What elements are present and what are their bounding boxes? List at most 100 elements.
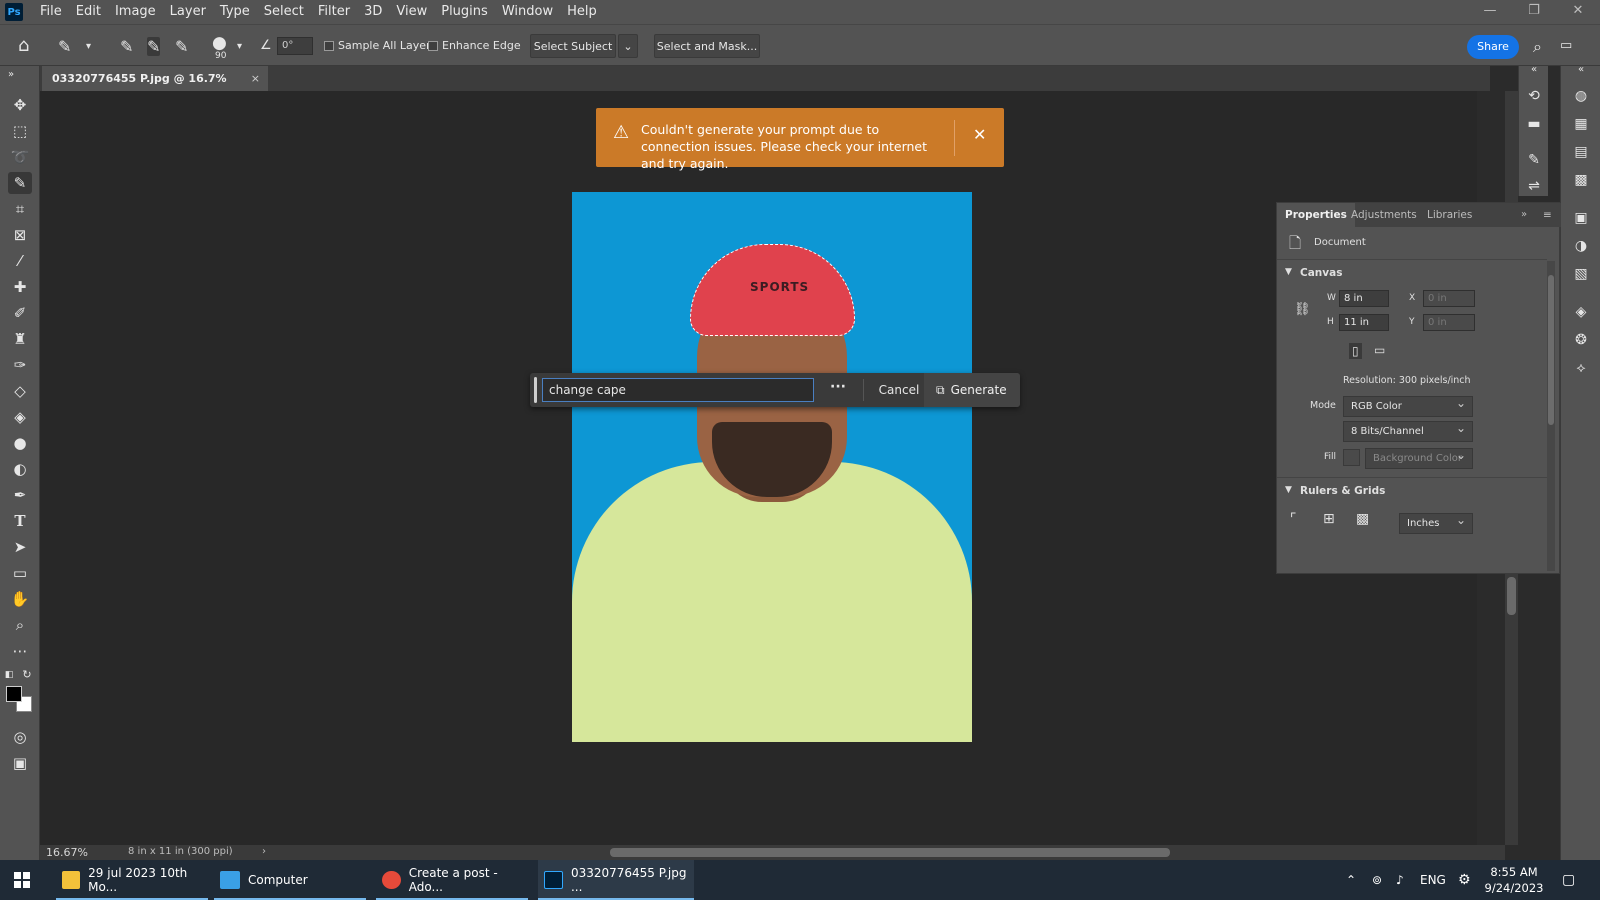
close-icon[interactable]: ✕	[1556, 0, 1600, 24]
taskbar-item-folder[interactable]: 29 jul 2023 10th Mo...	[56, 860, 208, 900]
comments-panel-icon[interactable]: ▬	[1523, 116, 1545, 132]
quick-selection-preset-icon[interactable]: ✎	[58, 37, 71, 56]
layers-panel-icon[interactable]: ◈	[1570, 304, 1592, 320]
collapse-panels-icon[interactable]: «	[1570, 64, 1592, 75]
channels-panel-icon[interactable]: ❂	[1570, 332, 1592, 348]
more-tools-icon[interactable]: ⋯	[8, 640, 32, 662]
quick-selection-tool-icon[interactable]: ✎	[8, 172, 32, 194]
bit-depth-dropdown[interactable]: 8 Bits/Channel	[1343, 419, 1473, 442]
notifications-icon[interactable]: ▢	[1562, 860, 1575, 900]
volume-icon[interactable]: ♪	[1396, 860, 1404, 900]
angle-input[interactable]: 0°	[277, 37, 313, 55]
taskbar-item-photoshop[interactable]: 03320776455 P.jpg ...	[538, 860, 694, 900]
taskbar-item-computer[interactable]: Computer	[214, 860, 366, 900]
taskbar-item-chrome[interactable]: Create a post - Ado...	[376, 860, 528, 900]
windows-start-icon[interactable]	[14, 872, 30, 888]
menu-filter[interactable]: Filter	[311, 0, 357, 24]
dodge-tool-icon[interactable]: ◐	[8, 458, 32, 480]
blur-tool-icon[interactable]: ●	[8, 432, 32, 454]
status-arrow-icon[interactable]: ›	[262, 846, 266, 857]
hand-tool-icon[interactable]: ✋	[8, 588, 32, 610]
y-input[interactable]: 0 in	[1423, 314, 1475, 331]
settings-icon[interactable]: ⚙	[1458, 860, 1471, 900]
quick-mask-icon[interactable]: ◎	[8, 726, 32, 748]
generate-button[interactable]: ⧉ Generate	[924, 373, 1020, 407]
properties-panel-icon[interactable]: ▣	[1570, 210, 1592, 226]
sample-all-layers-checkbox[interactable]: Sample All Layers	[324, 39, 436, 52]
properties-scroll-thumb[interactable]	[1548, 275, 1554, 425]
pen-tool-icon[interactable]: ✒	[8, 484, 32, 506]
prompt-input[interactable]	[542, 378, 814, 402]
share-button[interactable]: Share	[1467, 35, 1519, 59]
height-input[interactable]: 11 in	[1339, 314, 1389, 331]
type-tool-icon[interactable]: T	[8, 510, 32, 532]
horizontal-scrollbar[interactable]	[283, 845, 1505, 860]
adjustments-panel-icon[interactable]: ◑	[1570, 238, 1592, 254]
checkbox-box[interactable]	[324, 40, 334, 51]
swap-colors-icon[interactable]: ↻	[20, 664, 34, 686]
menu-view[interactable]: View	[389, 0, 434, 24]
menu-image[interactable]: Image	[108, 0, 163, 24]
chevron-down-icon[interactable]: ▾	[86, 41, 91, 52]
new-selection-icon[interactable]: ✎	[120, 37, 133, 56]
units-dropdown[interactable]: Inches	[1399, 511, 1473, 534]
menu-window[interactable]: Window	[495, 0, 560, 24]
rulers-section-chevron-icon[interactable]: ▼	[1285, 485, 1292, 495]
patterns-panel-icon[interactable]: ▩	[1570, 172, 1592, 188]
subtract-from-selection-icon[interactable]: ✎	[175, 37, 188, 56]
color-panel-icon[interactable]: ◍	[1570, 88, 1592, 104]
menu-plugins[interactable]: Plugins	[434, 0, 495, 24]
properties-scrollbar[interactable]	[1547, 261, 1555, 571]
horizontal-scroll-thumb[interactable]	[610, 848, 1170, 857]
landscape-orientation-icon[interactable]: ▭	[1374, 343, 1385, 357]
zoom-tool-icon[interactable]: ⌕	[8, 614, 32, 636]
eraser-tool-icon[interactable]: ◇	[8, 380, 32, 402]
enhance-edge-checkbox[interactable]: Enhance Edge	[428, 39, 521, 52]
link-dimensions-icon[interactable]: ⛓	[1294, 302, 1311, 317]
mode-dropdown[interactable]: RGB Color	[1343, 394, 1473, 417]
expand-toolbar-icon[interactable]: »	[4, 64, 18, 86]
zoom-level[interactable]: 16.67%	[46, 846, 88, 859]
select-subject-dropdown-icon[interactable]: ⌄	[618, 34, 638, 58]
minimize-icon[interactable]: —	[1468, 0, 1512, 24]
menu-file[interactable]: File	[33, 0, 69, 24]
default-colors-icon[interactable]: ◧	[2, 664, 16, 686]
portrait-orientation-icon[interactable]: ▯	[1349, 343, 1362, 359]
language-indicator[interactable]: ENG	[1420, 860, 1446, 900]
move-tool-icon[interactable]: ✥	[8, 94, 32, 116]
rulers-section-title[interactable]: Rulers & Grids	[1300, 485, 1385, 497]
workspace-icon[interactable]: ▭	[1560, 38, 1572, 53]
drag-handle[interactable]	[534, 377, 537, 403]
brush-tip-icon[interactable]: ●	[212, 33, 227, 53]
menu-help[interactable]: Help	[560, 0, 604, 24]
vertical-scroll-thumb[interactable]	[1507, 577, 1516, 615]
menu-edit[interactable]: Edit	[69, 0, 108, 24]
search-icon[interactable]: ⌕	[1533, 37, 1542, 57]
foreground-color-swatch[interactable]	[6, 686, 22, 702]
document-image[interactable]: SPORTS	[572, 192, 972, 742]
clone-stamp-tool-icon[interactable]: ♜	[8, 328, 32, 350]
crop-tool-icon[interactable]: ⌗	[8, 198, 32, 220]
paint-bucket-tool-icon[interactable]: ◈	[8, 406, 32, 428]
brush-settings-icon[interactable]: ✎	[1523, 152, 1545, 168]
checkbox-box[interactable]	[428, 40, 438, 51]
close-notification-icon[interactable]: ✕	[973, 125, 986, 144]
restore-icon[interactable]: ❐	[1512, 0, 1556, 24]
canvas-section-chevron-icon[interactable]: ▼	[1285, 267, 1292, 277]
path-selection-tool-icon[interactable]: ➤	[8, 536, 32, 558]
screen-mode-icon[interactable]: ▣	[8, 752, 32, 774]
gradients-panel-icon[interactable]: ▤	[1570, 144, 1592, 160]
canvas-section-title[interactable]: Canvas	[1300, 267, 1342, 279]
pixel-grid-icon[interactable]: ▩	[1356, 511, 1369, 527]
home-icon[interactable]: ⌂	[18, 35, 29, 56]
panel-menu-icon[interactable]: ≡	[1535, 203, 1560, 227]
document-tab[interactable]: 03320776455 P.jpg @ 16.7% (RGB/8) ×	[42, 66, 268, 110]
grid-icon[interactable]: ⊞	[1323, 511, 1335, 527]
chevron-down-icon[interactable]: ▾	[237, 41, 242, 52]
select-subject-button[interactable]: Select Subject	[530, 34, 616, 58]
cancel-button[interactable]: Cancel	[876, 373, 922, 407]
history-brush-tool-icon[interactable]: ✑	[8, 354, 32, 376]
expand-panel-icon[interactable]: »	[1513, 203, 1535, 227]
menu-select[interactable]: Select	[257, 0, 311, 24]
tab-libraries[interactable]: Libraries	[1419, 203, 1480, 227]
